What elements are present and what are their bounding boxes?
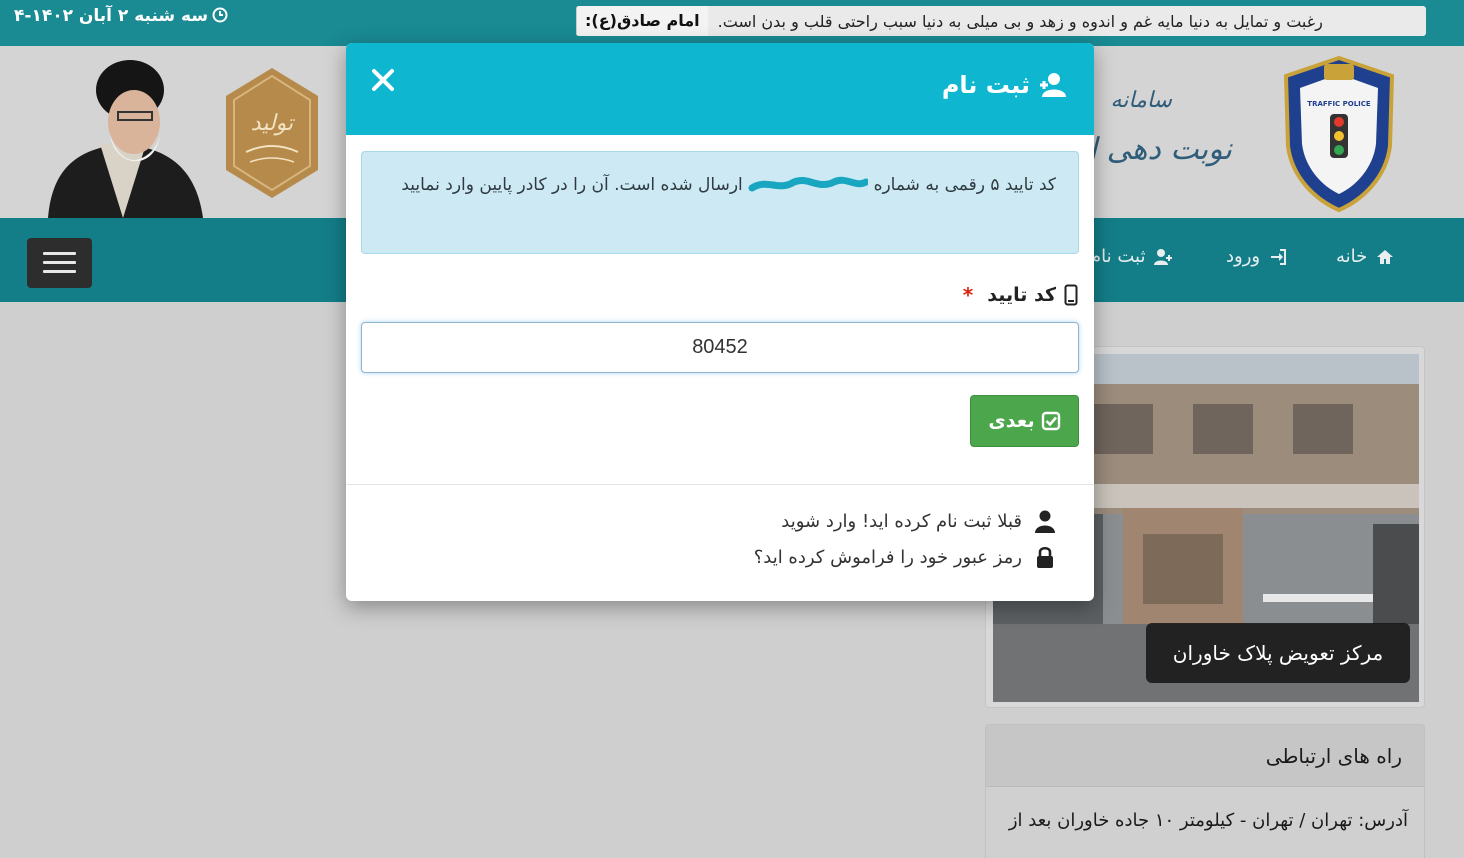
date-display: سه شنبه ۲ آبان ۱۴۰۲-۴ — [14, 6, 228, 26]
photo-caption: مرکز تعویض پلاک خاوران — [1146, 623, 1410, 683]
police-badge-text: TRAFFIC POLICE — [1307, 100, 1371, 108]
user-icon — [1035, 510, 1055, 533]
hamburger-line — [43, 252, 76, 255]
redacted-phone-number — [748, 176, 869, 192]
hamburger-line — [43, 270, 76, 273]
nav-item-register[interactable]: ثبت نام — [1090, 246, 1173, 267]
quote-source: امام صادق(ع): — [576, 6, 708, 36]
nav-item-label: خانه — [1336, 246, 1368, 267]
sign-in-icon — [1271, 248, 1287, 265]
user-plus-icon — [1154, 248, 1173, 265]
nav-item-label: ورود — [1226, 246, 1261, 267]
traffic-police-badge: TRAFFIC POLICE — [1283, 55, 1395, 213]
contact-address: آدرس: تهران / تهران - کیلومتر ۱۰ جاده خا… — [1008, 810, 1408, 831]
required-mark: * — [962, 283, 974, 307]
code-field-label: کد تایید * — [963, 283, 1078, 307]
leader-portrait-image — [38, 48, 208, 218]
date-text: سه شنبه ۲ آبان ۱۴۰۲-۴ — [14, 6, 209, 26]
code-field-label-text: کد تایید — [987, 284, 1056, 306]
modal-title-text: ثبت نام — [941, 71, 1030, 99]
nav-item-login[interactable]: ورود — [1226, 246, 1288, 267]
modal-divider — [346, 484, 1094, 485]
modal-title: ثبت نام — [942, 71, 1072, 99]
alert-text-before: کد تایید ۵ رقمی به شماره — [873, 175, 1056, 195]
nav-item-label: ثبت نام — [1090, 246, 1146, 267]
verification-code-input[interactable] — [361, 322, 1079, 373]
check-square-icon — [1041, 411, 1060, 431]
login-link-text: قبلا ثبت نام کرده اید! وارد شوید — [781, 510, 1022, 532]
nav-item-home[interactable]: خانه — [1336, 246, 1395, 267]
system-title: سامانه نوبت دهی اینترنتی — [1003, 82, 1238, 192]
user-plus-icon — [1040, 73, 1066, 97]
modal-header: ثبت نام — [346, 43, 1094, 135]
system-title-line1: سامانه — [1110, 88, 1172, 113]
hamburger-menu-button[interactable] — [27, 238, 92, 288]
contact-card: راه های ارتباطی آدرس: تهران / تهران - کی… — [985, 724, 1425, 858]
lock-icon — [1037, 546, 1053, 568]
quote-text: رغبت و تمایل به دنیا مایه غم و اندوه و ز… — [717, 11, 1323, 31]
forgot-password-link-text: رمز عبور خود را فراموش کرده اید؟ — [753, 546, 1022, 568]
clock-icon — [212, 7, 228, 23]
hex-logo-text: تولید — [251, 111, 296, 136]
alert-text-after: ارسال شده است. آن را در کادر پایین وارد … — [401, 175, 743, 195]
home-icon — [1377, 249, 1394, 264]
hamburger-line — [43, 261, 76, 264]
next-button-label: بعدی — [988, 410, 1035, 432]
register-modal: ثبت نام کد تایید ۵ رقمی به شماره ارسال ش… — [346, 43, 1094, 601]
next-button[interactable]: بعدی — [970, 395, 1079, 447]
verification-alert: کد تایید ۵ رقمی به شماره ارسال شده است. … — [361, 151, 1079, 254]
production-hex-logo: تولید — [226, 68, 318, 198]
login-link[interactable]: قبلا ثبت نام کرده اید! وارد شوید — [781, 509, 1056, 533]
top-bar: رغبت و تمایل به دنیا مایه غم و اندوه و ز… — [0, 0, 1464, 46]
quote-ticker: رغبت و تمایل به دنیا مایه غم و اندوه و ز… — [576, 6, 1426, 36]
mobile-phone-icon — [1064, 284, 1078, 306]
close-icon[interactable] — [368, 65, 398, 95]
forgot-password-link[interactable]: رمز عبور خود را فراموش کرده اید؟ — [754, 545, 1056, 569]
contact-card-title: راه های ارتباطی — [986, 725, 1424, 787]
